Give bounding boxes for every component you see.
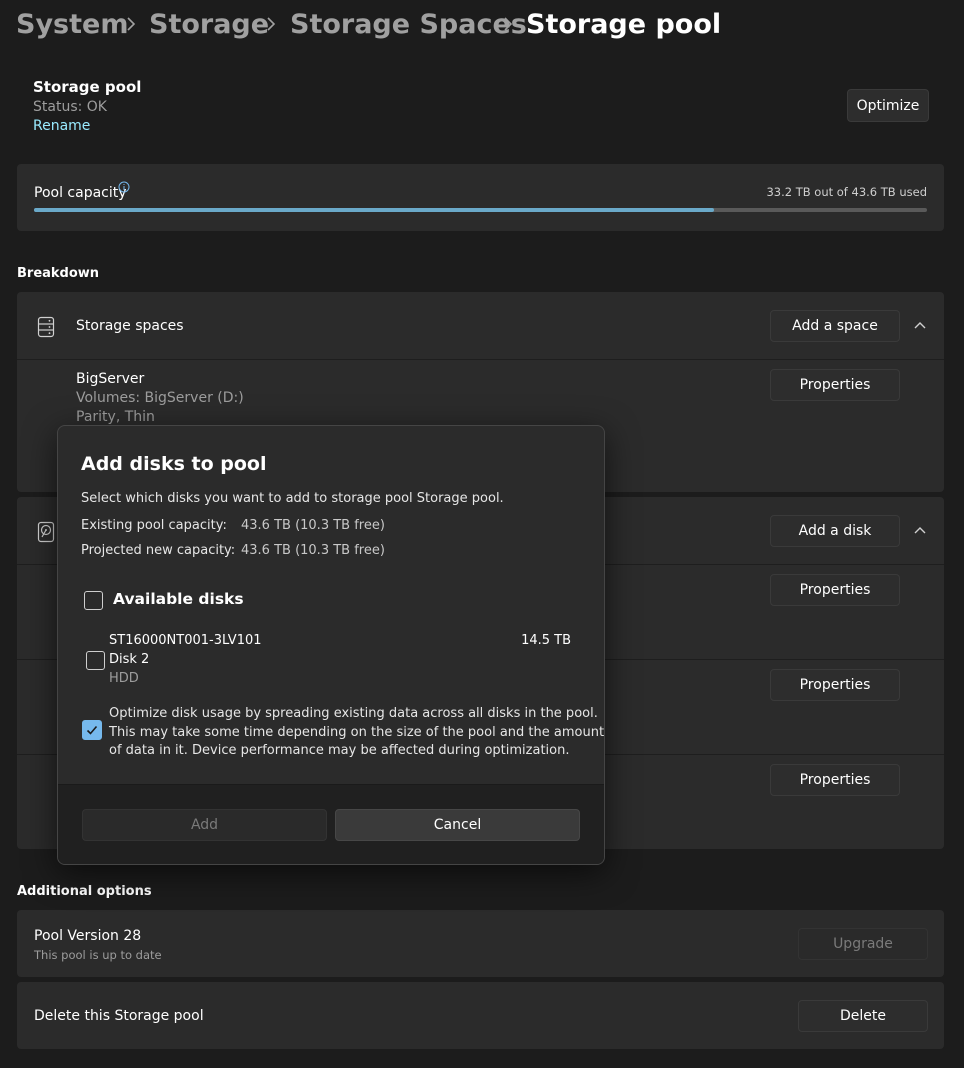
chevron-right-icon [504, 17, 513, 31]
available-disks-checkbox[interactable] [84, 591, 103, 610]
space-properties-button[interactable]: Properties [770, 369, 900, 401]
drive-stack-icon [37, 316, 55, 338]
delete-button[interactable]: Delete [798, 1000, 928, 1032]
info-icon[interactable] [118, 181, 130, 193]
projected-capacity-label: Projected new capacity: [81, 543, 236, 558]
chevron-up-icon[interactable] [912, 523, 928, 539]
divider [17, 359, 944, 360]
disk-properties-button[interactable]: Properties [770, 574, 900, 606]
pool-version-card: Pool Version 28 This pool is up to date … [17, 910, 944, 977]
capacity-bar-track [34, 208, 927, 212]
space-name: BigServer [76, 371, 145, 387]
add-disks-dialog: Add disks to pool Select which disks you… [57, 425, 605, 865]
delete-pool-title: Delete this Storage pool [34, 1008, 204, 1024]
disk-properties-button[interactable]: Properties [770, 764, 900, 796]
upgrade-button[interactable]: Upgrade [798, 928, 928, 960]
pool-status: Status: OK [33, 99, 107, 115]
add-disk-button[interactable]: Add a disk [770, 515, 900, 547]
checkmark-icon [86, 725, 98, 735]
add-button[interactable]: Add [82, 809, 327, 841]
dialog-footer: Add Cancel [58, 784, 604, 864]
existing-capacity-value: 43.6 TB (10.3 TB free) [241, 518, 385, 533]
chevron-up-icon[interactable] [912, 318, 928, 334]
delete-pool-card: Delete this Storage pool Delete [17, 982, 944, 1049]
disk-model: ST16000NT001-3LV101 [109, 633, 262, 648]
capacity-bar-fill [34, 208, 714, 212]
breadcrumb-storage-spaces[interactable]: Storage Spaces [290, 6, 527, 44]
pool-capacity-card: Pool capacity 33.2 TB out of 43.6 TB use… [17, 164, 944, 231]
page-title: Storage pool [526, 9, 722, 40]
add-space-button[interactable]: Add a space [770, 310, 900, 342]
hard-disk-icon [37, 521, 55, 543]
disk-size: 14.5 TB [521, 633, 571, 648]
optimize-text-line-3: of data in it. Device performance may be… [109, 743, 570, 758]
pool-version-sub: This pool is up to date [34, 948, 162, 962]
disk-media: HDD [109, 671, 139, 686]
projected-capacity-value: 43.6 TB (10.3 TB free) [241, 543, 385, 558]
storage-spaces-label: Storage spaces [76, 318, 184, 334]
disk-name: Disk 2 [109, 652, 150, 667]
cancel-button[interactable]: Cancel [335, 809, 580, 841]
disk-checkbox[interactable] [86, 651, 105, 670]
available-disks-label: Available disks [113, 590, 244, 608]
chevron-right-icon [267, 17, 276, 31]
breadcrumb-system[interactable]: System [16, 6, 128, 44]
pool-version-title: Pool Version 28 [34, 928, 142, 944]
disk-properties-button[interactable]: Properties [770, 669, 900, 701]
dialog-title: Add disks to pool [81, 453, 267, 475]
dialog-description: Select which disks you want to add to st… [81, 491, 504, 506]
pool-capacity-label: Pool capacity [34, 185, 127, 201]
breakdown-heading: Breakdown [17, 266, 100, 281]
pool-capacity-usage: 33.2 TB out of 43.6 TB used [766, 185, 927, 199]
breadcrumb-storage[interactable]: Storage [149, 6, 269, 44]
existing-capacity-label: Existing pool capacity: [81, 518, 227, 533]
optimize-checkbox[interactable] [82, 720, 102, 740]
optimize-button[interactable]: Optimize [847, 89, 929, 122]
optimize-text-line-2: This may take some time depending on the… [109, 725, 605, 740]
additional-options-heading: Additional options [17, 884, 152, 899]
pool-title: Storage pool [33, 78, 142, 96]
rename-link[interactable]: Rename [33, 117, 90, 136]
optimize-text-line-1: Optimize disk usage by spreading existin… [109, 706, 598, 721]
chevron-right-icon [127, 17, 136, 31]
space-volumes: Volumes: BigServer (D:) [76, 390, 244, 406]
